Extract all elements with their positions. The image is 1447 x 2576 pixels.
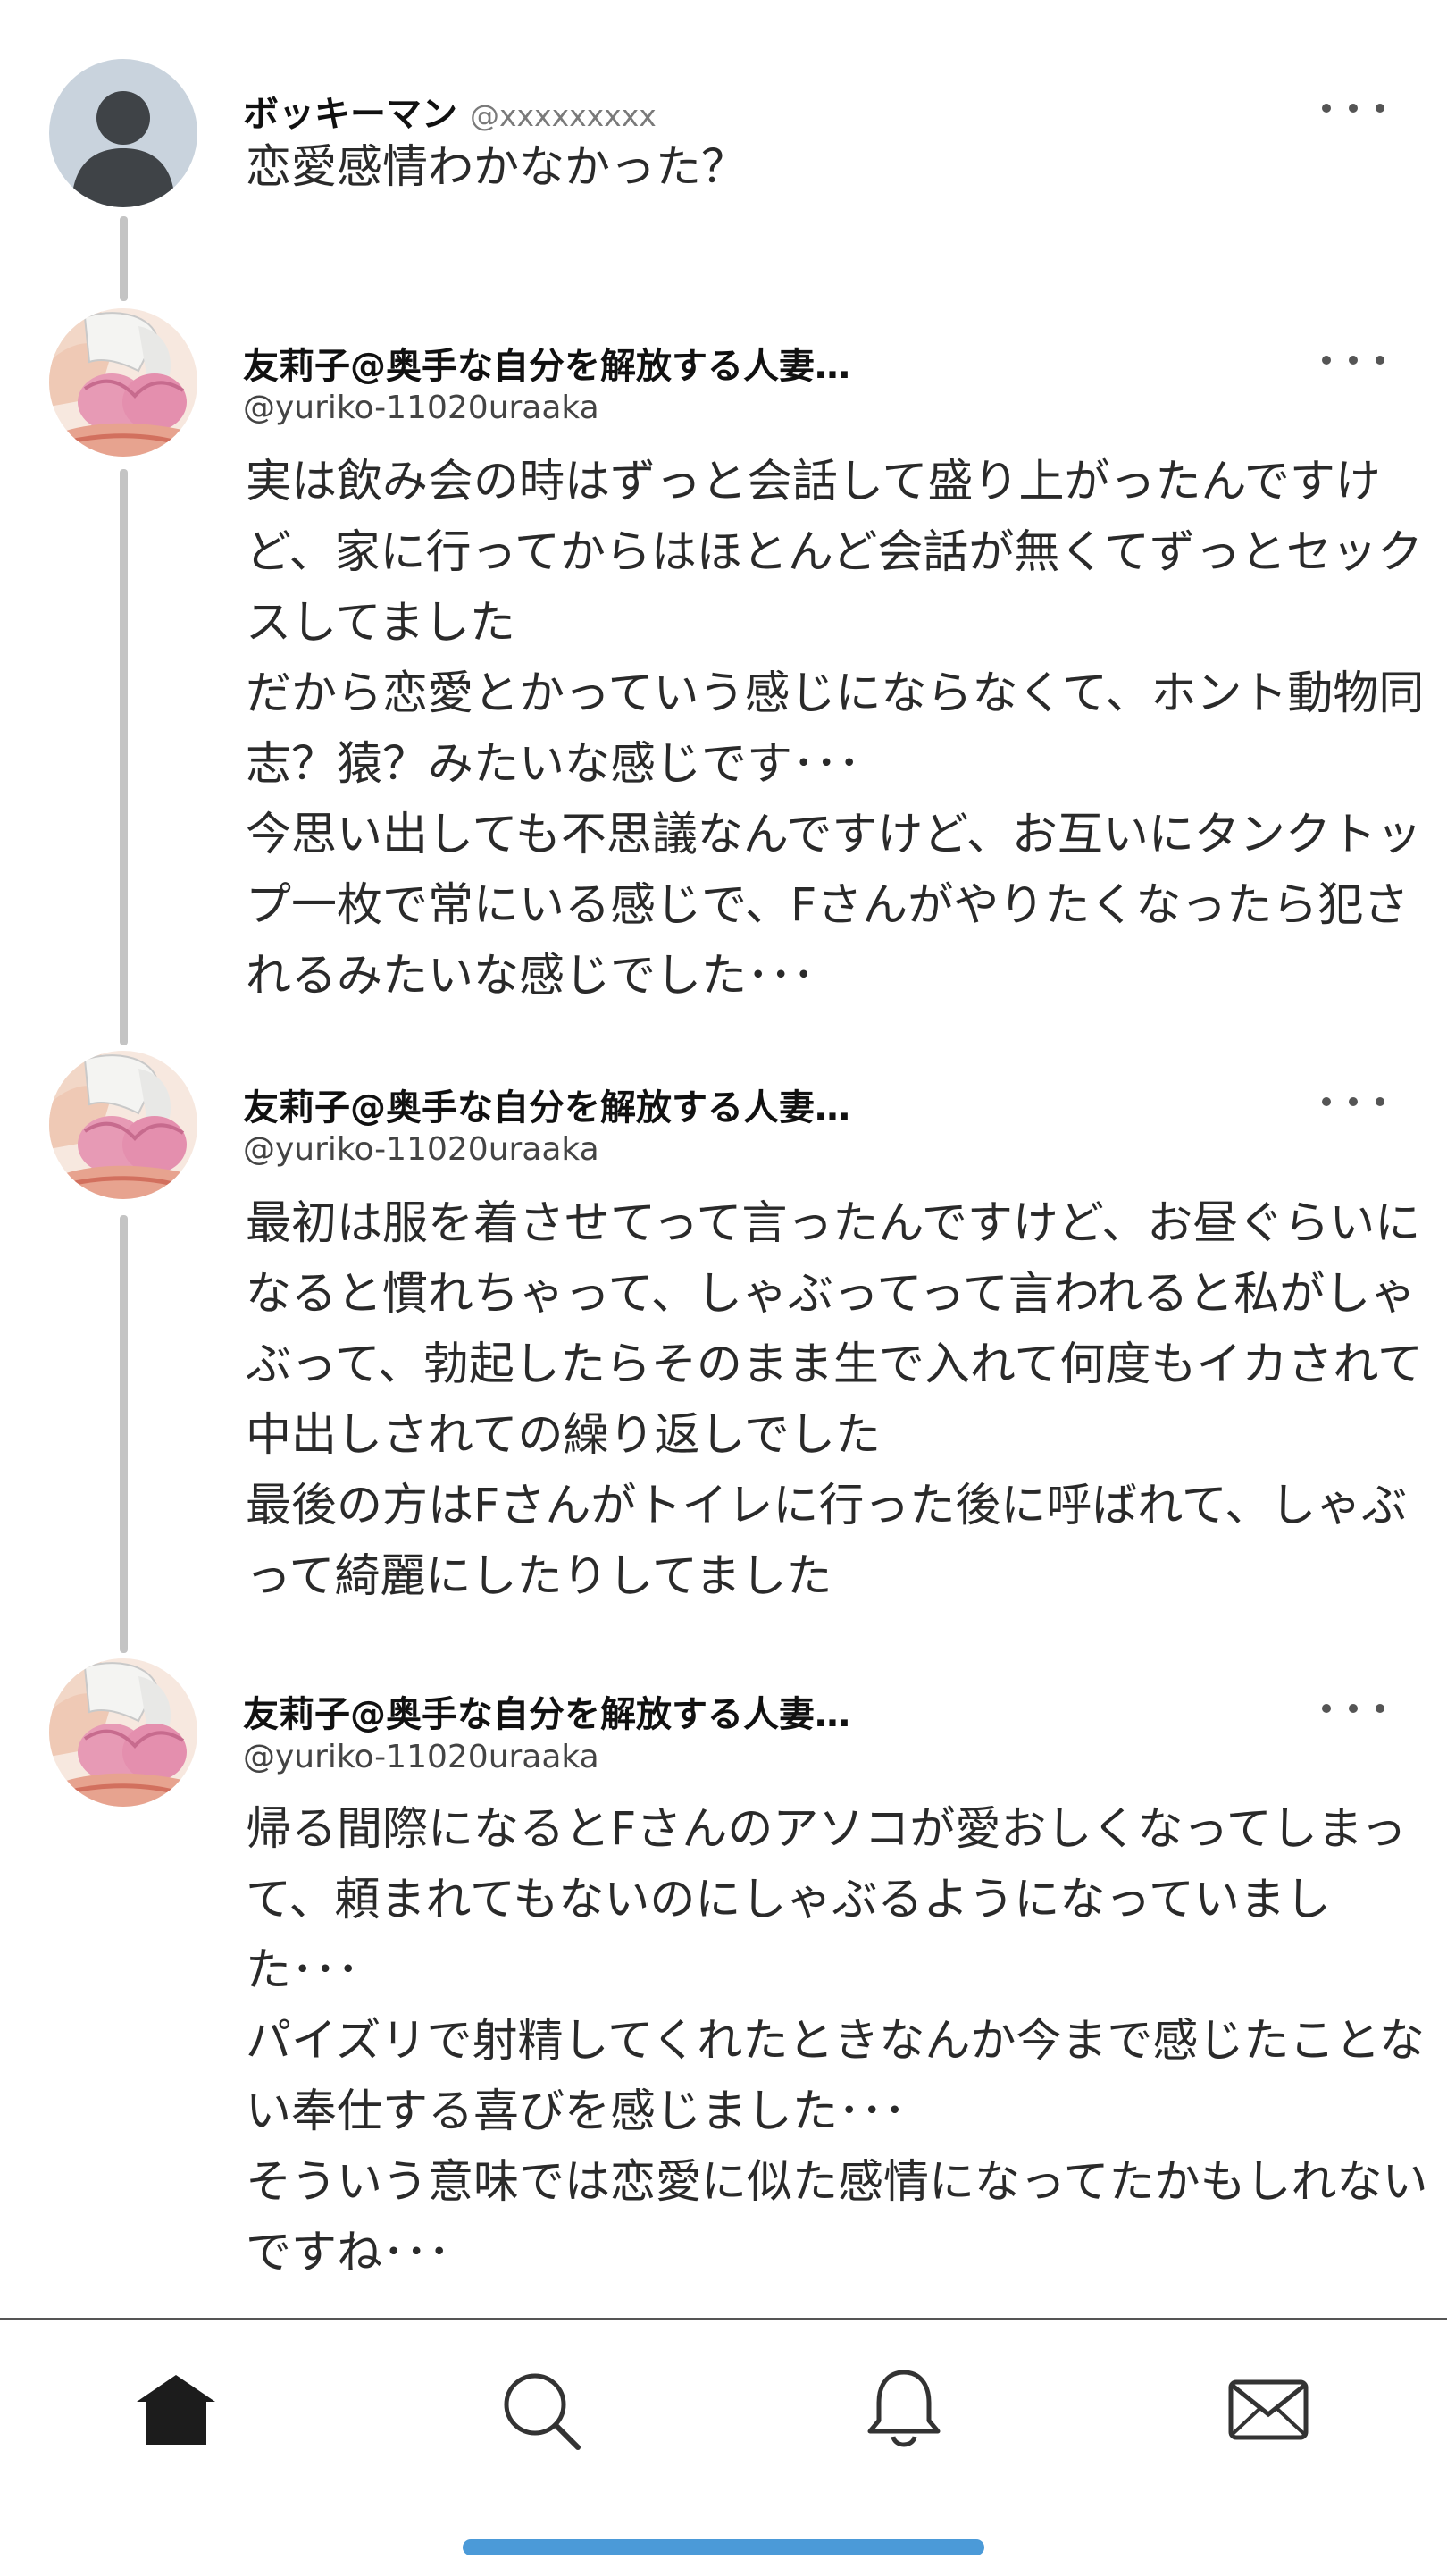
tab-notifications[interactable] bbox=[855, 2361, 953, 2459]
mail-icon bbox=[1228, 2379, 1309, 2440]
reply-display-name[interactable]: 友莉子@奥手な自分を解放する人妻… bbox=[243, 1685, 850, 1737]
root-tweet-text: 恋愛感情わかなかった？ bbox=[246, 141, 748, 194]
reply-display-name[interactable]: 友莉子@奥手な自分を解放する人妻… bbox=[243, 1078, 850, 1130]
thread-connector-line bbox=[120, 216, 128, 301]
more-dot-icon bbox=[1349, 1097, 1358, 1106]
reply-handle[interactable]: @yuriko-11020uraaka bbox=[243, 1739, 599, 1775]
reply-avatar[interactable] bbox=[49, 308, 197, 457]
reply-header: 友莉子@奥手な自分を解放する人妻… bbox=[243, 1078, 850, 1130]
reply-handle[interactable]: @yuriko-11020uraaka bbox=[243, 390, 599, 426]
root-tweet[interactable]: ボッキーマン @xxxxxxxxx 恋愛感情わかなかった？ bbox=[0, 0, 1447, 301]
reply-more-button[interactable] bbox=[1322, 347, 1384, 373]
more-dot-icon bbox=[1349, 356, 1358, 365]
reply-more-button[interactable] bbox=[1322, 1088, 1384, 1115]
reply-tweet-text: 実は飲み会の時はずっと会話して盛り上がったんですけど、家に行ってからはほとんど会… bbox=[246, 456, 1425, 1003]
search-icon bbox=[504, 2373, 581, 2450]
thread-connector-line bbox=[120, 469, 128, 1045]
more-dot-icon bbox=[1322, 356, 1331, 365]
tab-messages[interactable] bbox=[1219, 2361, 1317, 2459]
tweet-thread: ボッキーマン @xxxxxxxxx 恋愛感情わかなかった？ 友莉子@奥手な自分を… bbox=[0, 0, 1447, 2318]
root-handle[interactable]: @xxxxxxxxx bbox=[470, 98, 657, 133]
reply-avatar[interactable] bbox=[49, 1051, 197, 1199]
profile-photo-avatar bbox=[49, 1051, 197, 1199]
home-indicator[interactable] bbox=[463, 2539, 984, 2555]
more-dot-icon bbox=[1376, 356, 1384, 365]
tab-search[interactable] bbox=[491, 2361, 590, 2459]
root-header: ボッキーマン @xxxxxxxxx bbox=[243, 85, 657, 137]
thread-connector-line bbox=[120, 1215, 128, 1653]
reply-handle[interactable]: @yuriko-11020uraaka bbox=[243, 1131, 599, 1168]
home-icon bbox=[137, 2375, 215, 2445]
bottom-tab-bar bbox=[0, 2318, 1447, 2576]
reply-more-button[interactable] bbox=[1322, 1695, 1384, 1722]
reply-display-name[interactable]: 友莉子@奥手な自分を解放する人妻… bbox=[243, 337, 850, 389]
more-dot-icon bbox=[1349, 104, 1358, 113]
reply-avatar[interactable] bbox=[49, 1658, 197, 1807]
more-dot-icon bbox=[1349, 1704, 1358, 1713]
tab-home[interactable] bbox=[127, 2361, 225, 2459]
more-dot-icon bbox=[1322, 1704, 1331, 1713]
profile-photo-avatar bbox=[49, 1658, 197, 1807]
reply-tweet-text: 帰る間際になるとFさんのアソコが愛おしくなってしまって、頼まれてもないのにしゃぶ… bbox=[246, 1803, 1428, 2279]
reply-header: 友莉子@奥手な自分を解放する人妻… bbox=[243, 1685, 850, 1737]
reply-header: 友莉子@奥手な自分を解放する人妻… bbox=[243, 337, 850, 389]
bell-icon bbox=[867, 2370, 941, 2447]
more-dot-icon bbox=[1376, 1097, 1384, 1106]
more-dot-icon bbox=[1376, 104, 1384, 113]
root-more-button[interactable] bbox=[1322, 95, 1384, 122]
root-display-name[interactable]: ボッキーマン bbox=[243, 85, 457, 137]
more-dot-icon bbox=[1376, 1704, 1384, 1713]
reply-tweet-text: 最初は服を着させてって言ったんですけど、お昼ぐらいになると慣れちゃって、しゃぶっ… bbox=[246, 1197, 1423, 1603]
default-user-silhouette-icon bbox=[49, 59, 197, 207]
root-avatar[interactable] bbox=[49, 59, 197, 207]
more-dot-icon bbox=[1322, 1097, 1331, 1106]
more-dot-icon bbox=[1322, 104, 1331, 113]
profile-photo-avatar bbox=[49, 308, 197, 457]
